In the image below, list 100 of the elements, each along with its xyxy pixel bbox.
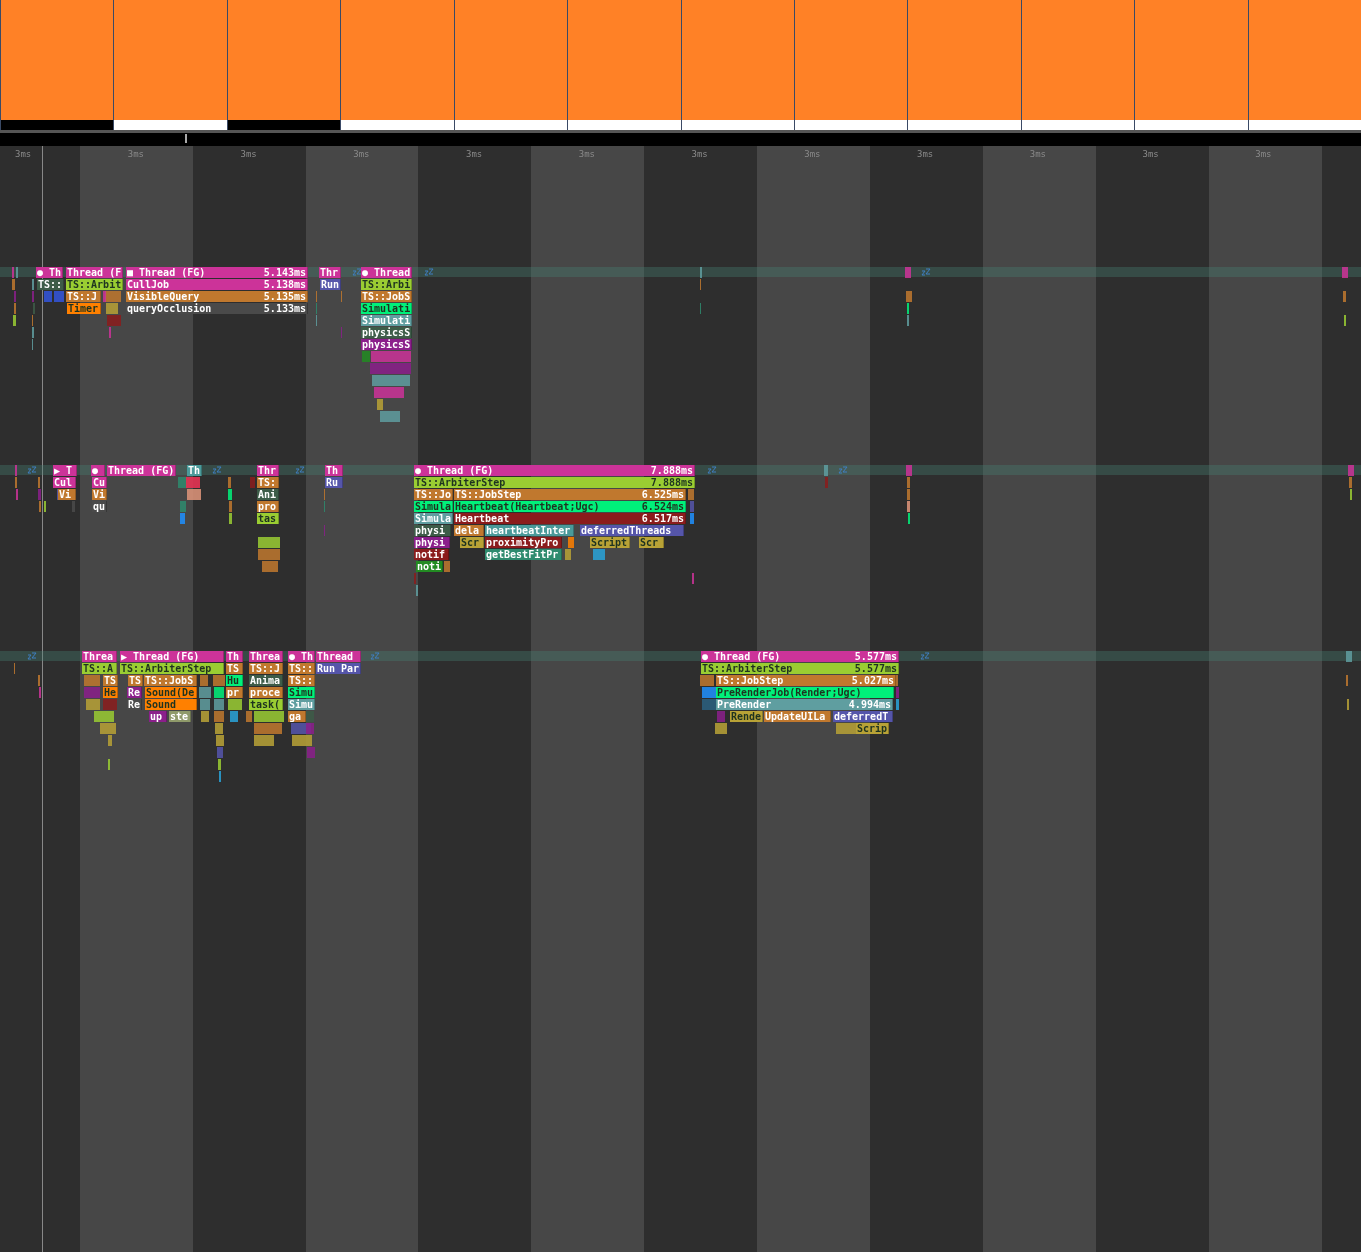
flame-block[interactable]: TS::J bbox=[66, 291, 101, 302]
frame-bar[interactable] bbox=[226, 0, 341, 130]
flame-block[interactable]: ▶ Thread (FG) bbox=[120, 651, 224, 662]
flame-block[interactable]: up bbox=[149, 711, 167, 722]
flame-block[interactable]: ga bbox=[288, 711, 306, 722]
flame-block[interactable]: TS::JobStep 6.525ms bbox=[454, 489, 686, 500]
flame-block[interactable]: Thread (FG) bbox=[107, 465, 177, 476]
flame-block[interactable]: PreRender 4.994ms bbox=[716, 699, 893, 710]
flame-block[interactable]: tas bbox=[257, 513, 279, 524]
flame-block[interactable]: Vi bbox=[58, 489, 76, 500]
flame-block[interactable]: TS::ArbiterStep bbox=[120, 663, 224, 674]
flame-block[interactable]: TS:: bbox=[37, 279, 65, 290]
flame-block[interactable]: Re bbox=[127, 687, 143, 698]
flame-block[interactable]: Hu bbox=[226, 675, 243, 686]
flame-block[interactable]: Cu bbox=[92, 477, 108, 488]
flame-block[interactable]: physi bbox=[414, 537, 450, 548]
flame-block[interactable]: pr bbox=[226, 687, 243, 698]
flame-block[interactable]: deferredThreads bbox=[580, 525, 684, 536]
flame-block[interactable]: CullJob 5.138ms bbox=[126, 279, 308, 290]
flame-block[interactable]: Simula bbox=[414, 513, 454, 524]
flame-block[interactable]: Threa bbox=[82, 651, 117, 662]
flame-block[interactable]: queryOcclusion 5.133ms bbox=[126, 303, 308, 314]
flame-block[interactable]: TS::JobS bbox=[144, 675, 197, 686]
flame-block[interactable]: ● Thread (FG) 7.888ms bbox=[414, 465, 695, 476]
flame-block[interactable]: Th bbox=[325, 465, 343, 476]
flame-block[interactable]: Sound bbox=[145, 699, 197, 710]
flame-block[interactable]: TS::Jo bbox=[414, 489, 454, 500]
flame-block[interactable]: Ani bbox=[257, 489, 279, 500]
flame-block[interactable]: TS::ArbiterStep 5.577ms bbox=[701, 663, 899, 674]
flame-block[interactable]: qu bbox=[92, 501, 108, 512]
flame-block[interactable]: ▶ T bbox=[53, 465, 77, 476]
flame-block[interactable]: Thr bbox=[319, 267, 341, 278]
flame-block[interactable]: heartbeatInter bbox=[485, 525, 574, 536]
flame-block[interactable]: Thread bbox=[316, 651, 361, 662]
flame-block[interactable]: TS::JobS bbox=[361, 291, 413, 302]
flame-block[interactable]: Run bbox=[320, 279, 342, 290]
flame-block[interactable]: Sound(De bbox=[145, 687, 197, 698]
flame-block[interactable]: ● Thread (FG) 5.577ms bbox=[701, 651, 899, 662]
flame-block[interactable]: He bbox=[103, 687, 119, 698]
flame-block[interactable]: Simulati bbox=[361, 315, 413, 326]
flame-block[interactable]: ● bbox=[91, 465, 105, 476]
flame-block[interactable]: TS::ArbiterStep 7.888ms bbox=[414, 477, 695, 488]
flame-block[interactable]: Thread (F bbox=[66, 267, 124, 278]
flame-block[interactable]: TS bbox=[128, 675, 144, 686]
flame-block[interactable]: TS::J bbox=[249, 663, 283, 674]
flame-block[interactable]: Threa bbox=[249, 651, 283, 662]
flame-block[interactable]: physicsS bbox=[361, 339, 413, 350]
flame-block[interactable]: TS:: bbox=[288, 675, 316, 686]
flame-block[interactable]: physi bbox=[414, 525, 451, 536]
flame-block[interactable]: Th bbox=[226, 651, 243, 662]
flame-block[interactable]: ste bbox=[169, 711, 191, 722]
flame-block[interactable]: proce bbox=[249, 687, 283, 698]
flame-block[interactable]: Scr bbox=[460, 537, 484, 548]
flame-block[interactable]: Scrip bbox=[856, 723, 890, 734]
flame-block[interactable]: Anima bbox=[249, 675, 283, 686]
flame-block[interactable]: ● Th bbox=[288, 651, 316, 662]
flame-block[interactable]: Simulati bbox=[361, 303, 413, 314]
flame-block[interactable]: Simu bbox=[288, 699, 316, 710]
flame-block[interactable]: Simula bbox=[414, 501, 454, 512]
flame-block[interactable]: Scr bbox=[639, 537, 664, 548]
flame-block[interactable]: Simu bbox=[288, 687, 316, 698]
flame-block[interactable]: TS::Arbit bbox=[66, 279, 124, 290]
flame-block[interactable]: Timer bbox=[67, 303, 101, 314]
flame-block[interactable]: ● Thread bbox=[361, 267, 413, 278]
flame-block[interactable]: Th bbox=[187, 465, 203, 476]
flame-block[interactable]: ■ Thread (FG) 5.143ms bbox=[126, 267, 308, 278]
flame-block[interactable]: Ru bbox=[325, 477, 343, 488]
flame-block[interactable]: notif bbox=[414, 549, 449, 560]
flame-block[interactable]: Thr bbox=[257, 465, 279, 476]
flame-block[interactable]: pro bbox=[257, 501, 279, 512]
flame-block[interactable]: proximityPro bbox=[485, 537, 562, 548]
flame-block[interactable]: getBestFitPr bbox=[485, 549, 562, 560]
flame-block[interactable]: Vi bbox=[92, 489, 108, 500]
flame-block[interactable]: TS::JobStep 5.027ms bbox=[716, 675, 896, 686]
flame-block[interactable]: TS:: bbox=[288, 663, 316, 674]
playhead-marker[interactable] bbox=[185, 134, 187, 143]
flame-block[interactable]: deferredT bbox=[833, 711, 893, 722]
flame-block[interactable]: PreRenderJob(Render;Ugc) bbox=[716, 687, 894, 698]
flame-block[interactable]: UpdateUILa bbox=[764, 711, 831, 722]
flame-block[interactable]: ● Th bbox=[36, 267, 64, 278]
flame-block[interactable]: Run Par bbox=[316, 663, 362, 674]
tick-label: 3ms bbox=[466, 149, 483, 159]
flame-block[interactable]: Script bbox=[590, 537, 630, 548]
flame-block[interactable]: TS::Arbi bbox=[361, 279, 413, 290]
flame-block[interactable]: TS bbox=[103, 675, 119, 686]
flame-block[interactable]: task( bbox=[249, 699, 283, 710]
flame-block[interactable]: dela bbox=[454, 525, 484, 536]
flame-block[interactable]: TS: bbox=[257, 477, 279, 488]
flame-block[interactable]: Re bbox=[127, 699, 143, 710]
frame-bar[interactable] bbox=[0, 0, 114, 130]
sleep-icon bbox=[352, 268, 362, 276]
flame-block[interactable]: noti bbox=[416, 561, 444, 572]
flame-block[interactable]: VisibleQuery 5.135ms bbox=[126, 291, 308, 302]
flame-block[interactable]: Rende bbox=[730, 711, 764, 722]
flame-block[interactable]: TS bbox=[226, 663, 243, 674]
flame-block[interactable]: TS::A bbox=[82, 663, 117, 674]
flame-block[interactable]: Cul bbox=[53, 477, 76, 488]
flame-block[interactable]: physicsS bbox=[361, 327, 413, 338]
flame-block[interactable]: Heartbeat 6.517ms bbox=[454, 513, 686, 524]
flame-block[interactable]: Heartbeat(Heartbeat;Ugc) 6.524ms bbox=[454, 501, 686, 512]
